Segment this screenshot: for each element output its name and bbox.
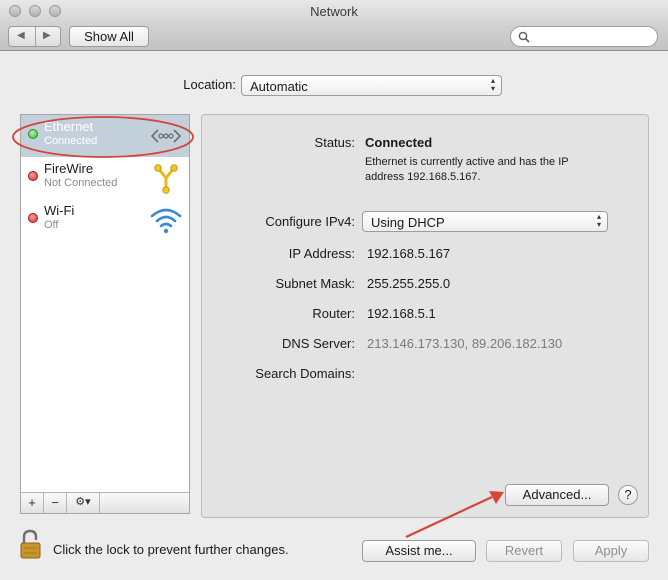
show-all-button[interactable]: Show All <box>69 26 149 47</box>
remove-service-button[interactable]: − <box>44 493 67 513</box>
title-bar: Network <box>0 0 668 24</box>
service-status: Off <box>44 219 59 231</box>
search-input[interactable] <box>533 29 655 45</box>
search-icon <box>518 31 530 43</box>
gear-icon[interactable]: ⚙▾ <box>67 493 100 513</box>
configure-ipv4-label: Configure IPv4: <box>265 214 355 229</box>
status-description-line2: address 192.168.5.167. <box>365 171 481 183</box>
status-value: Connected <box>365 135 433 150</box>
dns-server-value: 213.146.173.130, 89.206.182.130 <box>367 336 563 351</box>
service-item-wifi[interactable]: Wi-Fi Off <box>21 199 189 241</box>
status-indicator-icon <box>28 213 38 223</box>
status-label: Status: <box>314 135 355 150</box>
firewire-icon <box>154 164 178 194</box>
window-title: Network <box>310 4 358 19</box>
status-indicator-icon <box>28 171 38 181</box>
lock-message: Click the lock to prevent further change… <box>53 542 289 557</box>
back-icon[interactable]: ◀ <box>17 30 25 41</box>
annotation-arrow <box>405 491 504 538</box>
assist-me-button[interactable]: Assist me... <box>362 540 476 562</box>
service-list-toolbar: + − ⚙▾ <box>21 492 189 513</box>
dns-server-label: DNS Server: <box>282 336 355 351</box>
configure-ipv4-value: Using DHCP <box>371 215 445 230</box>
location-popup[interactable]: Automatic ▴ ▾ <box>241 75 502 96</box>
subnet-mask-label: Subnet Mask: <box>275 276 356 291</box>
advanced-button[interactable]: Advanced... <box>505 484 609 506</box>
forward-icon[interactable]: ▶ <box>43 30 51 41</box>
configure-ipv4-popup[interactable]: Using DHCP ▴ ▾ <box>362 211 608 232</box>
toolbar: ◀ ▶ Show All <box>0 24 668 51</box>
popup-arrows-icon: ▴ ▾ <box>490 76 495 93</box>
router-label: Router: <box>312 306 355 321</box>
ip-address-value: 192.168.5.167 <box>367 246 451 261</box>
back-forward-control: ◀ ▶ <box>8 26 61 47</box>
service-item-firewire[interactable]: FireWire Not Connected <box>21 157 189 199</box>
service-status: Not Connected <box>44 177 118 189</box>
status-description-line1: Ethernet is currently active and has the… <box>365 156 569 168</box>
location-label: Location: <box>183 77 236 92</box>
location-value: Automatic <box>250 79 308 94</box>
apply-button[interactable]: Apply <box>573 540 649 562</box>
ip-address-label: IP Address: <box>288 246 355 261</box>
wifi-icon <box>150 208 182 234</box>
lock-icon[interactable] <box>18 528 44 562</box>
revert-button[interactable]: Revert <box>486 540 562 562</box>
subnet-mask-value: 255.255.255.0 <box>367 276 451 291</box>
search-domains-label: Search Domains: <box>255 366 355 381</box>
annotation-ellipse <box>12 116 194 158</box>
router-value: 192.168.5.1 <box>367 306 436 321</box>
service-list: Ethernet Connected FireWire Not Connecte… <box>20 114 190 514</box>
popup-arrows-icon: ▴ ▾ <box>596 212 601 229</box>
help-button[interactable]: ? <box>618 485 638 505</box>
add-service-button[interactable]: + <box>21 493 44 513</box>
service-name: Wi-Fi <box>44 203 75 218</box>
service-name: FireWire <box>44 161 94 176</box>
search-field[interactable] <box>510 26 658 47</box>
